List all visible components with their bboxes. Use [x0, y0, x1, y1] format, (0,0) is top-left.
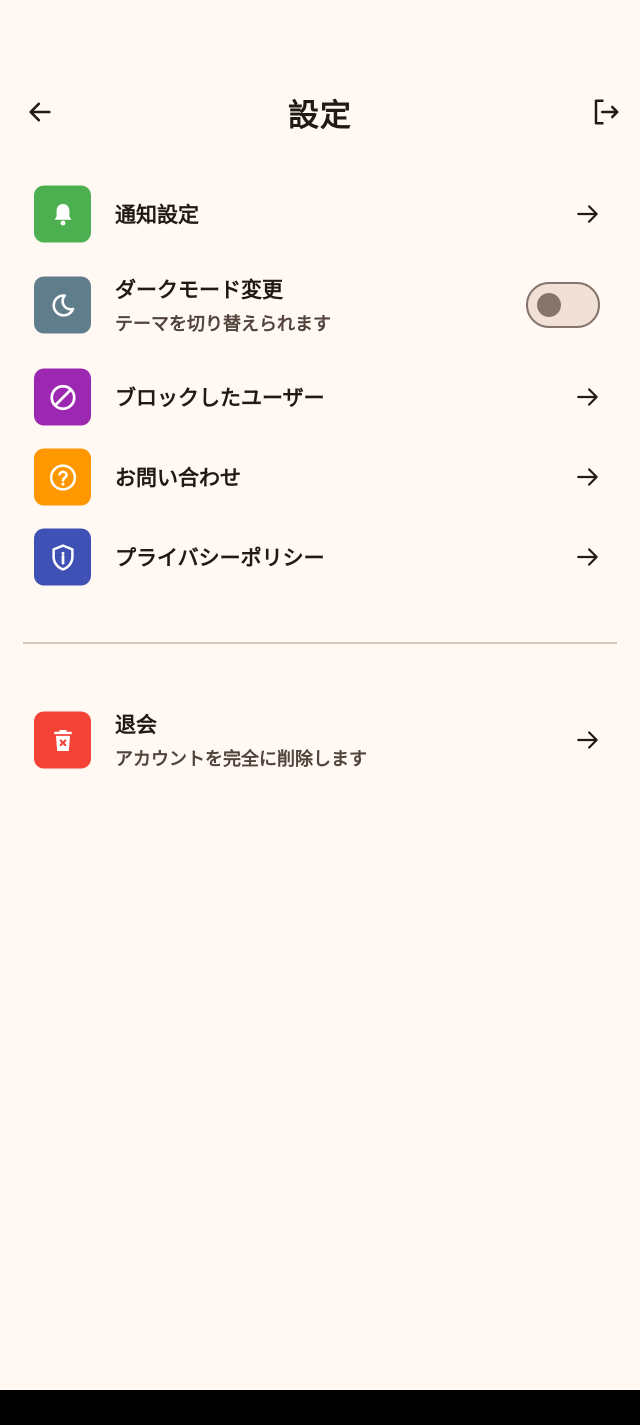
arrow-right-icon — [574, 726, 602, 754]
page-title: 設定 — [288, 98, 352, 134]
contact-icon-badge — [34, 448, 91, 506]
withdraw-label: 退会 — [115, 713, 157, 737]
setting-item-dark-mode[interactable]: ダークモード変更 テーマを切り替えられます — [0, 265, 640, 345]
shield-icon — [51, 543, 74, 571]
block-icon — [49, 384, 76, 410]
dark-mode-icon-badge — [34, 276, 91, 334]
notifications-icon-badge — [34, 185, 91, 243]
withdraw-sublabel: アカウントを完全に削除します — [115, 749, 367, 770]
setting-item-blocked-users[interactable]: ブロックしたユーザー — [0, 357, 640, 437]
moon-icon — [52, 293, 74, 317]
dark-mode-toggle[interactable] — [526, 282, 600, 328]
app-bar: 設定 — [0, 72, 640, 152]
help-icon — [49, 463, 76, 491]
privacy-icon-badge — [34, 528, 91, 586]
toggle-thumb — [537, 293, 561, 317]
arrow-right-icon — [574, 543, 602, 571]
logout-button[interactable] — [586, 92, 626, 132]
arrow-right-icon — [574, 200, 602, 228]
withdraw-icon-badge — [34, 711, 91, 769]
setting-item-notifications[interactable]: 通知設定 — [0, 174, 640, 254]
privacy-policy-label: プライバシーポリシー — [115, 546, 325, 570]
blocked-users-label: ブロックしたユーザー — [115, 386, 325, 410]
arrow-right-icon — [574, 383, 602, 411]
notifications-label: 通知設定 — [115, 203, 199, 227]
setting-item-privacy-policy[interactable]: プライバシーポリシー — [0, 517, 640, 597]
dark-mode-sublabel: テーマを切り替えられます — [115, 314, 331, 335]
setting-item-contact[interactable]: お問い合わせ — [0, 437, 640, 517]
setting-item-withdraw[interactable]: 退会 アカウントを完全に削除します — [0, 700, 640, 780]
bell-icon — [54, 203, 71, 225]
dark-mode-label: ダークモード変更 — [115, 278, 283, 302]
trash-icon — [53, 729, 72, 751]
contact-label: お問い合わせ — [115, 466, 241, 490]
arrow-right-icon — [574, 463, 602, 491]
system-navigation-bar — [0, 1390, 640, 1425]
logout-icon — [594, 99, 619, 125]
section-divider — [23, 642, 617, 644]
blocked-users-icon-badge — [34, 368, 91, 426]
